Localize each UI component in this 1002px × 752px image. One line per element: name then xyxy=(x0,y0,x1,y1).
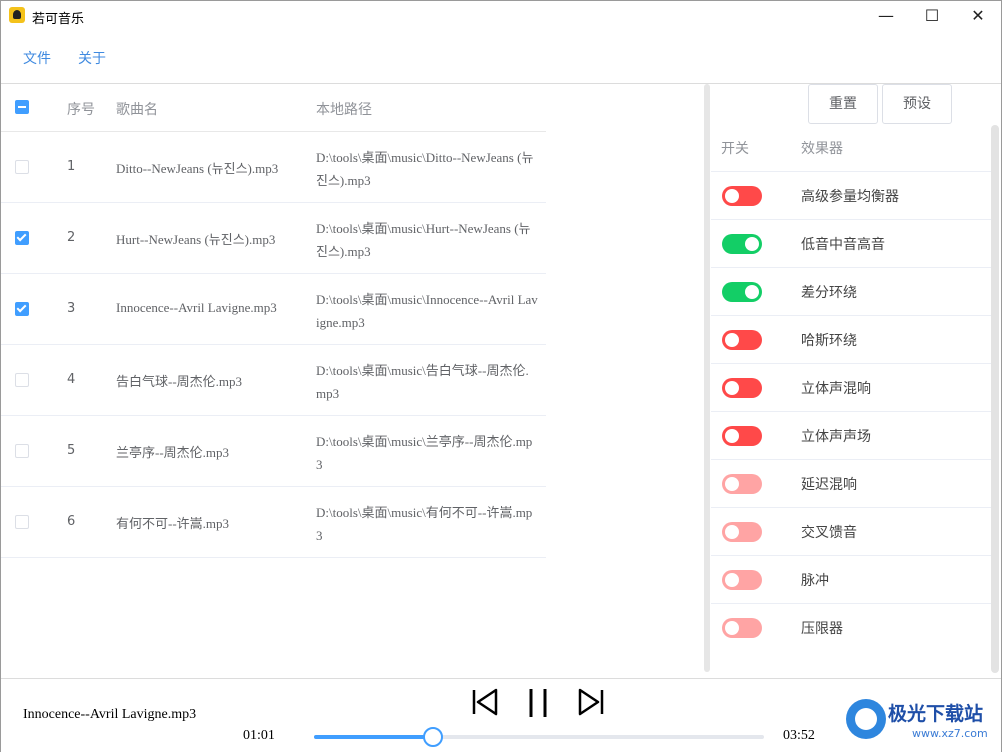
effect-toggle[interactable] xyxy=(722,522,762,542)
row-local-path: D:\tools\桌面\music\有何不可--许嵩.mp3 xyxy=(316,505,533,543)
effect-row: 压限器 xyxy=(711,603,991,651)
row-song-name: 兰亭序--周杰伦.mp3 xyxy=(116,445,230,460)
menu-about[interactable]: 关于 xyxy=(78,48,106,68)
effect-toggle[interactable] xyxy=(722,282,762,302)
progress-thumb[interactable] xyxy=(423,727,444,747)
effect-toggle[interactable] xyxy=(722,330,762,350)
select-all-checkbox[interactable] xyxy=(15,100,29,114)
effect-name: 延迟混响 xyxy=(801,477,857,493)
effect-row: 差分环绕 xyxy=(711,267,991,315)
table-header: 序号 歌曲名 本地路径 xyxy=(1,84,546,132)
row-local-path: D:\tools\桌面\music\告白气球--周杰伦.mp3 xyxy=(316,363,529,401)
progress-fill xyxy=(314,735,433,739)
effect-row: 脉冲 xyxy=(711,555,991,603)
row-index: 3 xyxy=(67,301,76,316)
total-time: 03:52 xyxy=(783,728,815,743)
previous-icon[interactable] xyxy=(471,687,499,717)
effect-row: 交叉馈音 xyxy=(711,507,991,555)
effect-toggle[interactable] xyxy=(722,234,762,254)
row-checkbox[interactable] xyxy=(15,515,29,529)
row-index: 5 xyxy=(67,443,76,458)
effect-toggle[interactable] xyxy=(722,618,762,638)
row-local-path: D:\tools\桌面\music\兰亭序--周杰伦.mp3 xyxy=(316,434,533,472)
effect-row: 延迟混响 xyxy=(711,459,991,507)
row-checkbox[interactable] xyxy=(15,231,29,245)
reset-button[interactable]: 重置 xyxy=(808,84,878,124)
effect-toggle[interactable] xyxy=(722,186,762,206)
effect-name: 高级参量均衡器 xyxy=(801,189,899,205)
row-index: 1 xyxy=(67,159,76,174)
playlist-table: 序号 歌曲名 本地路径 1 Ditto--NewJeans (뉴진스).mp3 D:… xyxy=(1,84,701,674)
effect-name: 立体声声场 xyxy=(801,429,871,445)
column-name: 歌曲名 xyxy=(116,102,158,118)
splitter-scrollbar[interactable] xyxy=(704,84,710,672)
column-path: 本地路径 xyxy=(316,102,372,118)
menu-bar: 文件 关于 xyxy=(1,31,1001,84)
row-checkbox[interactable] xyxy=(15,160,29,174)
column-switch: 开关 xyxy=(721,141,749,157)
row-song-name: 告白气球--周杰伦.mp3 xyxy=(116,374,243,389)
table-row[interactable]: 1 Ditto--NewJeans (뉴진스).mp3 D:\tools\桌面\mu… xyxy=(1,132,546,203)
table-row[interactable]: 5 兰亭序--周杰伦.mp3 D:\tools\桌面\music\兰亭序--周杰伦.… xyxy=(1,416,546,487)
effect-name: 压限器 xyxy=(801,621,843,637)
maximize-button[interactable]: ☐ xyxy=(909,1,955,31)
table-row[interactable]: 4 告白气球--周杰伦.mp3 D:\tools\桌面\music\告白气球--周杰… xyxy=(1,345,546,416)
effect-row: 低音中音高音 xyxy=(711,219,991,267)
effect-name: 低音中音高音 xyxy=(801,237,885,253)
row-checkbox[interactable] xyxy=(15,302,29,316)
app-logo-icon xyxy=(9,7,25,23)
row-song-name: 有何不可--许嵩.mp3 xyxy=(116,516,230,531)
effect-row: 哈斯环绕 xyxy=(711,315,991,363)
row-index: 4 xyxy=(67,372,76,387)
row-local-path: D:\tools\桌面\music\Innocence--Avril Lavig… xyxy=(316,292,538,330)
row-song-name: Innocence--Avril Lavigne.mp3 xyxy=(116,300,277,315)
progress-slider[interactable] xyxy=(314,727,764,747)
pause-icon[interactable] xyxy=(525,687,551,719)
effect-name: 脉冲 xyxy=(801,573,829,589)
window-title: 若可音乐 xyxy=(32,12,85,27)
effect-toggle[interactable] xyxy=(722,570,762,590)
menu-file[interactable]: 文件 xyxy=(23,48,51,68)
row-checkbox[interactable] xyxy=(15,444,29,458)
effect-toggle[interactable] xyxy=(722,474,762,494)
effect-toggle[interactable] xyxy=(722,426,762,446)
column-effect: 效果器 xyxy=(801,141,843,157)
row-index: 2 xyxy=(67,230,76,245)
row-local-path: D:\tools\桌面\music\Hurt--NewJeans (뉴진스).m… xyxy=(316,221,531,259)
close-button[interactable]: ✕ xyxy=(955,1,1001,31)
row-local-path: D:\tools\桌面\music\Ditto--NewJeans (뉴진스).… xyxy=(316,150,534,188)
row-song-name: Hurt--NewJeans (뉴진스).mp3 xyxy=(116,232,276,247)
app-window: 若可音乐 — ☐ ✕ 文件 关于 序号 歌曲名 本地路径 1 Ditto--New… xyxy=(0,0,1002,752)
row-index: 6 xyxy=(67,514,76,529)
preset-button[interactable]: 预设 xyxy=(882,84,952,124)
effect-row: 高级参量均衡器 xyxy=(711,171,991,219)
effect-name: 差分环绕 xyxy=(801,285,857,301)
watermark-logo-icon xyxy=(846,699,886,739)
effects-panel: 重置 预设 开关 效果器 高级参量均衡器 低音中音高音 差分环绕哈斯环绕立体声混响立… xyxy=(711,84,1001,674)
effects-scrollbar[interactable] xyxy=(991,125,999,673)
table-row[interactable]: 2 Hurt--NewJeans (뉴진스).mp3 D:\tools\桌面\mus… xyxy=(1,203,546,274)
effect-toggle[interactable] xyxy=(722,378,762,398)
watermark-url: www.xz7.com xyxy=(912,727,988,740)
effect-name: 哈斯环绕 xyxy=(801,333,857,349)
title-bar: 若可音乐 — ☐ ✕ xyxy=(1,1,1001,31)
effect-row: 立体声混响 xyxy=(711,363,991,411)
column-index: 序号 xyxy=(67,102,95,118)
now-playing-title: Innocence--Avril Lavigne.mp3 xyxy=(23,707,197,722)
row-song-name: Ditto--NewJeans (뉴진스).mp3 xyxy=(116,161,279,176)
table-row[interactable]: 3 Innocence--Avril Lavigne.mp3 D:\tools\桌面… xyxy=(1,274,546,345)
next-icon[interactable] xyxy=(577,687,605,717)
row-checkbox[interactable] xyxy=(15,373,29,387)
effect-name: 立体声混响 xyxy=(801,381,871,397)
effect-name: 交叉馈音 xyxy=(801,525,857,541)
table-row[interactable]: 6 有何不可--许嵩.mp3 D:\tools\桌面\music\有何不可--许嵩.… xyxy=(1,487,546,558)
watermark: 极光下载站 www.xz7.com xyxy=(844,693,999,749)
minimize-button[interactable]: — xyxy=(863,1,909,31)
current-time: 01:01 xyxy=(243,728,275,743)
effect-row: 立体声声场 xyxy=(711,411,991,459)
watermark-text: 极光下载站 xyxy=(888,703,984,725)
